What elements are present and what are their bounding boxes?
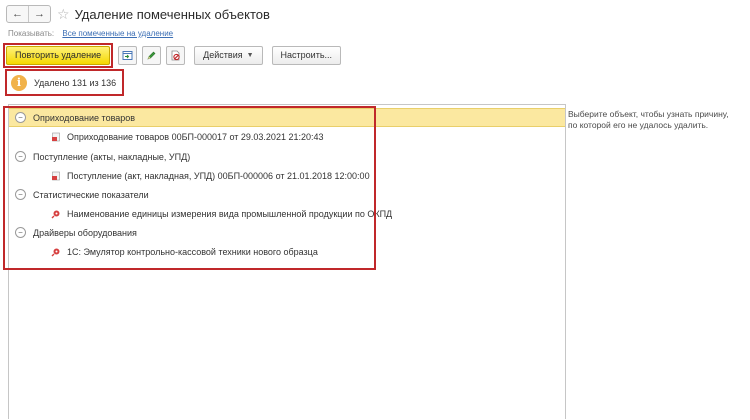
open-object-icon: [122, 50, 133, 60]
tree-child-label: Поступление (акт, накладная, УПД) 00БП-0…: [67, 170, 370, 181]
tree-child-row[interactable]: Оприходование товаров 00БП-000017 от 29.…: [9, 128, 324, 145]
show-all-marked-link[interactable]: Все помеченные на удаление: [62, 29, 173, 38]
deletion-status-banner: i Удалено 131 из 136: [5, 69, 125, 96]
tree-child-label: 1С: Эмулятор контрольно-кассовой техники…: [67, 246, 318, 257]
tree-child-label: Наименование единицы измерения вида пром…: [67, 208, 393, 219]
favorite-star-icon[interactable]: ☆: [57, 6, 70, 22]
go-to-object-button[interactable]: [118, 45, 138, 65]
navigation-buttons: ← →: [6, 5, 51, 23]
collapse-toggle-icon[interactable]: −: [15, 112, 26, 123]
collapse-toggle-icon[interactable]: −: [15, 227, 26, 238]
forward-arrow-icon: →: [34, 8, 45, 20]
tree-group-row[interactable]: − Статистические показатели: [9, 186, 149, 203]
pencil-icon: [147, 51, 156, 60]
undeleted-objects-tree[interactable]: − Оприходование товаров Оприходование то…: [8, 104, 566, 419]
reason-hint: Выберите объект, чтобы узнать причину, п…: [568, 109, 743, 131]
tree-group-row[interactable]: − Драйверы оборудования: [9, 224, 137, 241]
tree-child-row[interactable]: Наименование единицы измерения вида пром…: [9, 205, 392, 222]
tree-group-label: Оприходование товаров: [33, 112, 136, 123]
delete-mark-icon: [171, 50, 180, 60]
deletion-status-text: Удалено 131 из 136: [34, 77, 117, 88]
back-arrow-icon: ←: [12, 8, 23, 20]
unmark-delete-button[interactable]: [166, 45, 186, 65]
tree-child-label: Оприходование товаров 00БП-000017 от 29.…: [67, 131, 324, 142]
repeat-deletion-button[interactable]: Повторить удаление: [6, 45, 111, 65]
tree-group-label: Статистические показатели: [33, 189, 149, 200]
info-icon: i: [11, 74, 27, 91]
back-button[interactable]: ←: [7, 6, 28, 22]
tree-group-label: Поступление (акты, накладные, УПД): [33, 151, 191, 162]
repeat-button-highlight: Повторить удаление: [3, 42, 114, 68]
document-icon: [51, 132, 61, 142]
settings-button[interactable]: Настроить...: [271, 45, 342, 65]
catalog-item-icon: [51, 247, 61, 257]
forward-button[interactable]: →: [28, 6, 50, 22]
tree-group-label: Драйверы оборудования: [33, 227, 137, 238]
document-icon: [51, 171, 61, 181]
edit-button[interactable]: [142, 45, 162, 65]
tree-child-row[interactable]: Поступление (акт, накладная, УПД) 00БП-0…: [9, 167, 370, 184]
catalog-item-icon: [51, 209, 61, 219]
tree-group-row[interactable]: − Поступление (акты, накладные, УПД): [9, 148, 190, 165]
page: ← → ☆ Удаление помеченных объектов Показ…: [0, 0, 750, 420]
actions-label: Действия: [203, 50, 243, 60]
tree-child-row[interactable]: 1С: Эмулятор контрольно-кассовой техники…: [9, 243, 318, 260]
collapse-toggle-icon[interactable]: −: [15, 151, 26, 162]
collapse-toggle-icon[interactable]: −: [15, 189, 26, 200]
toolbar: Повторить удаление Действия ▼ Настроить.…: [3, 42, 342, 68]
actions-menu-button[interactable]: Действия ▼: [194, 45, 263, 65]
page-title: Удаление помеченных объектов: [74, 6, 270, 22]
show-filter: Показывать: Все помеченные на удаление: [8, 29, 173, 38]
show-label: Показывать:: [8, 29, 55, 38]
dropdown-caret-icon: ▼: [246, 51, 254, 59]
reason-hint-line: по которой его не удалось удалить.: [568, 120, 709, 130]
reason-hint-line: Выберите объект, чтобы узнать причину,: [568, 109, 729, 119]
tree-group-row[interactable]: − Оприходование товаров: [9, 108, 565, 127]
title-bar: ← → ☆ Удаление помеченных объектов: [6, 5, 270, 23]
